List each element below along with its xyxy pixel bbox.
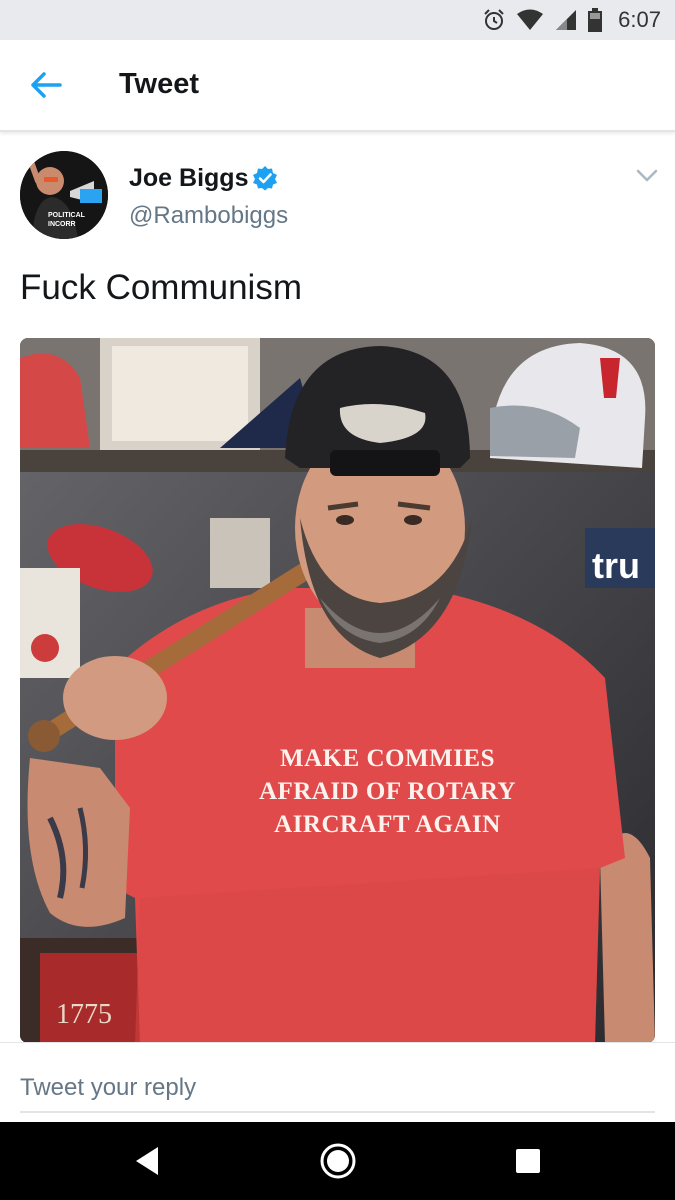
verified-badge-icon <box>253 166 277 191</box>
home-circle-icon[interactable] <box>318 1141 358 1181</box>
battery-icon <box>588 8 603 32</box>
page-title: Tweet <box>119 68 200 100</box>
alarm-icon <box>484 9 504 30</box>
system-nav-bar <box>0 1122 675 1200</box>
signal-icon <box>556 10 577 30</box>
shirt-line: MAKE COMMIES <box>279 745 496 772</box>
svg-text:INCORR: INCORR <box>48 221 76 228</box>
shirt-line: AIRCRAFT AGAIN <box>274 811 501 838</box>
reply-bar <box>0 1042 675 1123</box>
svg-text:1775: 1775 <box>56 999 112 1030</box>
avatar[interactable]: POLITICAL INCORR <box>20 151 108 239</box>
wifi-icon <box>517 9 544 30</box>
status-bar: 6:07 <box>0 0 675 40</box>
reply-input[interactable] <box>20 1065 655 1113</box>
author-handle[interactable]: @Rambobiggs <box>129 202 288 230</box>
arrow-left-icon <box>31 72 62 98</box>
author-name[interactable]: Joe Biggs <box>129 164 248 193</box>
shirt-slogan: MAKE COMMIES AFRAID OF ROTARY AIRCRAFT A… <box>20 742 655 841</box>
back-button[interactable] <box>26 65 66 105</box>
avatar-image: POLITICAL INCORR <box>20 151 108 239</box>
status-time: 6:07 <box>618 7 661 32</box>
app-header: Tweet <box>0 40 675 132</box>
svg-text:tru: tru <box>592 545 640 586</box>
photo-scene: tru 1775 <box>20 338 655 1043</box>
svg-text:POLITICAL: POLITICAL <box>48 212 86 219</box>
shirt-line: AFRAID OF ROTARY <box>258 778 517 805</box>
recents-square-icon[interactable] <box>508 1141 548 1181</box>
back-triangle-icon[interactable] <box>128 1141 168 1181</box>
tweet-text: Fuck Communism <box>20 268 302 307</box>
chevron-down-icon[interactable] <box>634 166 660 186</box>
tweet-photo[interactable]: tru 1775 MAKE COMMIES AFRAID OF ROTARY A… <box>20 338 655 1043</box>
